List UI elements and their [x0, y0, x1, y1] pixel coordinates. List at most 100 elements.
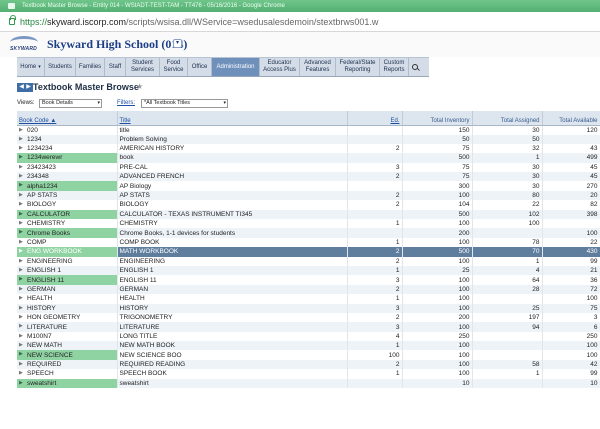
table-row[interactable]: ▶ sweatshirt sweatshirt 10 10: [17, 378, 600, 389]
book-code-cell[interactable]: ▶ alpha1234: [17, 181, 118, 191]
total-assigned-cell[interactable]: 80: [472, 190, 543, 201]
table-row[interactable]: ▶ GERMAN GERMAN 2 100 28 72: [17, 284, 600, 295]
title-cell[interactable]: HEALTH: [117, 294, 348, 304]
address-bar[interactable]: https://skyward.iscorp.com/scripts/wsisa…: [0, 12, 600, 32]
edition-cell[interactable]: 3: [347, 322, 403, 332]
total-inventory-cell[interactable]: 100: [402, 219, 473, 229]
expand-arrow-icon[interactable]: ▶: [19, 313, 23, 322]
expand-arrow-icon[interactable]: ▶: [19, 304, 23, 313]
column-header-total-inventory[interactable]: Total Inventory: [402, 111, 473, 126]
nav-advanced-features[interactable]: Advanced Features: [300, 58, 336, 76]
total-inventory-cell[interactable]: 10: [402, 378, 473, 389]
total-available-cell[interactable]: 99: [542, 369, 600, 379]
expand-arrow-icon[interactable]: ▶: [19, 172, 23, 181]
edition-cell[interactable]: [347, 209, 403, 220]
total-assigned-cell[interactable]: 102: [472, 209, 543, 220]
table-row[interactable]: ▶ NEW SCIENCE NEW SCIENCE BOO 100 100 100: [17, 350, 600, 360]
expand-arrow-icon[interactable]: ▶: [19, 228, 23, 237]
total-available-cell[interactable]: 99: [542, 256, 600, 266]
table-row[interactable]: ▶ ENGLISH 1 ENGLISH 1 1 25 4 21: [17, 265, 600, 276]
total-available-cell[interactable]: 250: [542, 331, 600, 342]
column-header-total-available[interactable]: Total Available: [542, 111, 600, 126]
title-cell[interactable]: ENGLISH 1: [117, 265, 348, 276]
table-row[interactable]: ▶ 1234werewr book 500 1 499: [17, 153, 600, 163]
table-row[interactable]: ▶ LITERATURE LITERATURE 3 100 94 6: [17, 322, 600, 332]
total-available-cell[interactable]: 100: [542, 350, 600, 360]
book-code-cell[interactable]: ▶ BIOLOGY: [17, 200, 118, 210]
total-inventory-cell[interactable]: 200: [402, 312, 473, 323]
table-row[interactable]: ▶ SPEECH SPEECH BOOK 1 100 1 99: [17, 369, 600, 379]
expand-arrow-icon[interactable]: ▶: [19, 153, 23, 162]
expand-arrow-icon[interactable]: ▶: [19, 275, 23, 284]
total-assigned-cell[interactable]: 100: [472, 219, 543, 229]
total-assigned-cell[interactable]: [472, 350, 543, 360]
book-code-cell[interactable]: ▶ ENGINEERING: [17, 256, 118, 266]
edition-cell[interactable]: [347, 134, 403, 144]
title-cell[interactable]: PRE-CAL: [117, 162, 348, 173]
total-available-cell[interactable]: 398: [542, 209, 600, 220]
total-inventory-cell[interactable]: 75: [402, 162, 473, 173]
edition-cell[interactable]: 1: [347, 265, 403, 276]
title-cell[interactable]: CALCULATOR - TEXAS INSTRUMENT TI345: [117, 209, 348, 220]
column-header-title[interactable]: Title: [117, 111, 348, 126]
total-assigned-cell[interactable]: 30: [472, 181, 543, 191]
total-inventory-cell[interactable]: 500: [402, 153, 473, 163]
title-cell[interactable]: REQUIRED READING: [117, 359, 348, 370]
title-cell[interactable]: GERMAN: [117, 284, 348, 295]
nav-food-service[interactable]: Food Service: [160, 58, 188, 76]
edition-cell[interactable]: 1: [347, 237, 403, 248]
total-available-cell[interactable]: 100: [542, 341, 600, 351]
edition-cell[interactable]: 1: [347, 294, 403, 304]
school-dropdown-button[interactable]: ▾: [173, 39, 182, 48]
title-cell[interactable]: ENGLISH 11: [117, 275, 348, 285]
title-cell[interactable]: LITERATURE: [117, 322, 348, 332]
book-code-cell[interactable]: ▶ HON GEOMETRY: [17, 312, 118, 323]
title-cell[interactable]: SPEECH BOOK: [117, 369, 348, 379]
total-assigned-cell[interactable]: 94: [472, 322, 543, 332]
filters-select[interactable]: *All Textbook Titles ▾: [141, 99, 228, 108]
edition-cell[interactable]: 2: [347, 256, 403, 266]
nav-educator-access-plus[interactable]: Educator Access Plus: [260, 58, 300, 76]
total-assigned-cell[interactable]: 32: [472, 143, 543, 154]
edition-cell[interactable]: 3: [347, 162, 403, 173]
total-inventory-cell[interactable]: 250: [402, 331, 473, 342]
title-cell[interactable]: LONG TITLE: [117, 331, 348, 342]
book-code-cell[interactable]: ▶ 1234werewr: [17, 153, 118, 163]
total-inventory-cell[interactable]: 300: [402, 181, 473, 191]
expand-arrow-icon[interactable]: ▶: [19, 181, 23, 190]
book-code-cell[interactable]: ▶ COMP: [17, 237, 118, 248]
total-available-cell[interactable]: [542, 219, 600, 229]
edition-cell[interactable]: [347, 181, 403, 191]
expand-arrow-icon[interactable]: ▶: [19, 247, 23, 256]
table-row[interactable]: ▶ 1234 Problem Solving 50 50: [17, 134, 600, 144]
edition-cell[interactable]: 4: [347, 331, 403, 342]
total-inventory-cell[interactable]: 200: [402, 228, 473, 238]
title-cell[interactable]: NEW MATH BOOK: [117, 341, 348, 351]
total-assigned-cell[interactable]: 30: [472, 162, 543, 173]
nav-federal-state-reporting[interactable]: Federal/State Reporting: [336, 58, 380, 76]
edition-cell[interactable]: 2: [347, 190, 403, 201]
book-code-cell[interactable]: ▶ SPEECH: [17, 369, 118, 379]
total-available-cell[interactable]: 36: [542, 275, 600, 285]
column-header-edition[interactable]: Ed.: [347, 111, 403, 126]
table-row[interactable]: ▶ 234348 ADVANCED FRENCH 2 75 30 45: [17, 172, 600, 182]
total-inventory-cell[interactable]: 104: [402, 200, 473, 210]
title-cell[interactable]: NEW SCIENCE BOO: [117, 350, 348, 360]
total-available-cell[interactable]: 6: [542, 322, 600, 332]
title-cell[interactable]: MATH WORKBOOK: [117, 247, 348, 257]
total-assigned-cell[interactable]: 197: [472, 312, 543, 323]
table-row[interactable]: ▶ NEW MATH NEW MATH BOOK 1 100 100: [17, 341, 600, 351]
total-assigned-cell[interactable]: [472, 341, 543, 351]
total-available-cell[interactable]: 100: [542, 228, 600, 238]
total-assigned-cell[interactable]: 25: [472, 303, 543, 313]
table-row[interactable]: ▶ COMP COMP BOOK 1 100 78 22: [17, 237, 600, 248]
total-inventory-cell[interactable]: 100: [402, 369, 473, 379]
column-header-total-assigned[interactable]: Total Assigned: [472, 111, 543, 126]
total-assigned-cell[interactable]: 58: [472, 359, 543, 370]
edition-cell[interactable]: [347, 125, 403, 135]
expand-arrow-icon[interactable]: ▶: [19, 360, 23, 369]
edition-cell[interactable]: 2: [347, 284, 403, 295]
total-inventory-cell[interactable]: 500: [402, 209, 473, 220]
total-inventory-cell[interactable]: 150: [402, 125, 473, 135]
table-row[interactable]: ▶ AP STATS AP STATS 2 100 80 20: [17, 190, 600, 201]
